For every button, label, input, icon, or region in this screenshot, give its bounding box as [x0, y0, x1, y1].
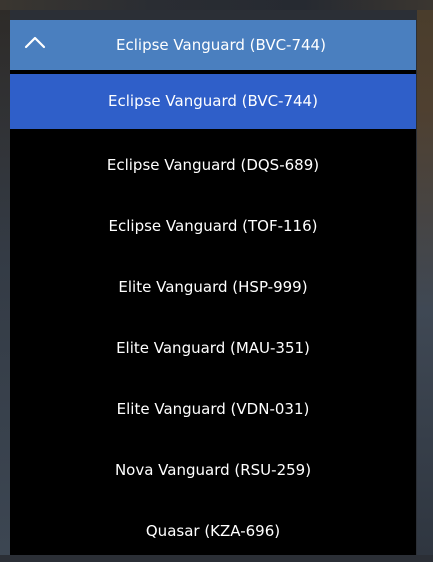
dropdown-header[interactable]: Eclipse Vanguard (BVC-744) [10, 20, 416, 70]
dropdown-options-list: Eclipse Vanguard (BVC-744) Eclipse Vangu… [10, 74, 416, 562]
dropdown-option[interactable]: Nova Vanguard (RSU-259) [10, 440, 416, 501]
background-scene-left [0, 10, 10, 555]
vehicle-dropdown[interactable]: Eclipse Vanguard (BVC-744) Eclipse Vangu… [10, 20, 416, 555]
background-scene-right [417, 10, 433, 555]
background-scene-top [0, 0, 433, 10]
dropdown-selected-label: Eclipse Vanguard (BVC-744) [116, 36, 326, 54]
dropdown-option[interactable]: Elite Vanguard (MAU-351) [10, 318, 416, 379]
dropdown-option-selected[interactable]: Eclipse Vanguard (BVC-744) [10, 74, 416, 129]
dropdown-option[interactable]: Elite Vanguard (HSP-999) [10, 257, 416, 318]
dropdown-option[interactable]: Eclipse Vanguard (DQS-689) [10, 135, 416, 196]
dropdown-option[interactable]: Eclipse Vanguard (TOF-116) [10, 196, 416, 257]
dropdown-option[interactable]: Quasar (KZA-696) [10, 501, 416, 562]
dropdown-option[interactable]: Elite Vanguard (VDN-031) [10, 379, 416, 440]
